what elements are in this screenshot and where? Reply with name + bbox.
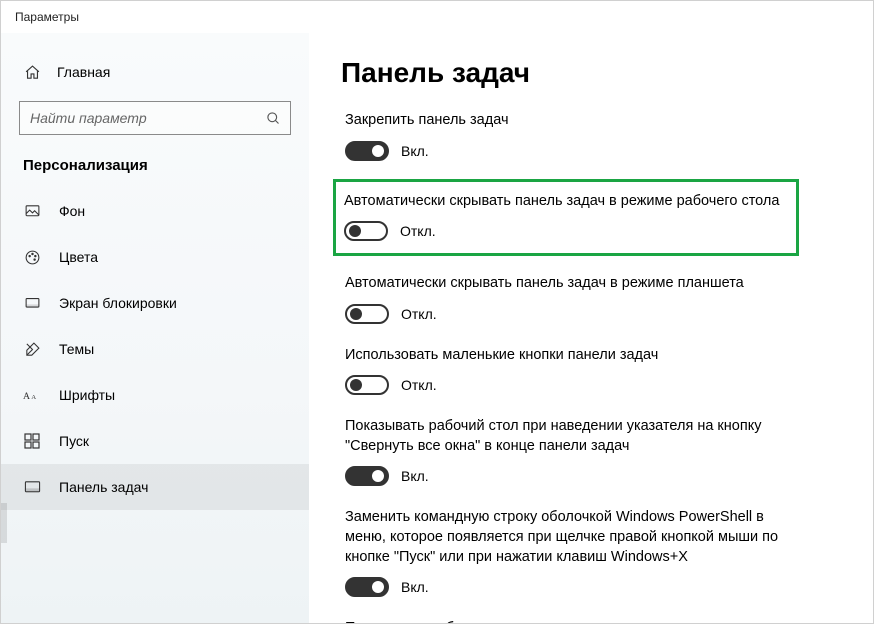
svg-text:A: A: [31, 394, 36, 401]
taskbar-icon: [23, 478, 41, 496]
section-title: Персонализация: [1, 153, 309, 188]
sidebar-item-start[interactable]: Пуск: [1, 418, 309, 464]
toggle-row: Откл.: [344, 221, 788, 241]
sidebar-item-label: Панель задач: [59, 479, 148, 495]
sidebar-item-label: Фон: [59, 203, 85, 219]
sidebar-item-label: Экран блокировки: [59, 295, 177, 311]
toggle-state-label: Вкл.: [401, 143, 429, 159]
toggle-knob: [350, 379, 362, 391]
toggle-state-label: Откл.: [401, 306, 437, 322]
themes-icon: [23, 340, 41, 358]
sidebar-item-taskbar[interactable]: Панель задач: [1, 464, 309, 510]
page-title: Панель задач: [341, 57, 863, 89]
home-label: Главная: [57, 64, 110, 80]
settings-list: Закрепить панель задач Вкл. Автоматически …: [341, 111, 863, 623]
titlebar: Параметры: [1, 1, 873, 33]
sidebar-item-fonts[interactable]: AA Шрифты: [1, 372, 309, 418]
search-input[interactable]: [19, 101, 291, 135]
toggle-knob: [372, 581, 384, 593]
search-wrap: [19, 101, 291, 135]
setting-autohide_desktop: Автоматически скрывать панель задач в ре…: [344, 192, 788, 242]
sidebar-item-colors[interactable]: Цвета: [1, 234, 309, 280]
setting-badges: Показывать эмблемы на кнопках панели зад…: [341, 619, 811, 623]
setting-label: Использовать маленькие кнопки панели зад…: [345, 346, 807, 366]
home-icon: [23, 63, 41, 81]
lockscreen-icon: [23, 294, 41, 312]
sidebar-item-lockscreen[interactable]: Экран блокировки: [1, 280, 309, 326]
toggle-row: Вкл.: [345, 466, 807, 486]
setting-label: Показывать рабочий стол при наведении ук…: [345, 417, 807, 456]
start-icon: [23, 432, 41, 450]
setting-powershell: Заменить командную строку оболочкой Wind…: [341, 508, 811, 597]
main-panel: Панель задач Закрепить панель задач Вкл. А…: [309, 33, 873, 623]
toggle-powershell[interactable]: [345, 577, 389, 597]
toggle-row: Откл.: [345, 375, 807, 395]
sidebar: Главная Персонализация Фон: [1, 33, 309, 623]
toggle-row: Вкл.: [345, 577, 807, 597]
sidebar-item-label: Темы: [59, 341, 94, 357]
toggle-autohide_tablet[interactable]: [345, 304, 389, 324]
home-nav[interactable]: Главная: [1, 57, 309, 87]
toggle-small_buttons[interactable]: [345, 375, 389, 395]
setting-peek_desktop: Показывать рабочий стол при наведении ук…: [341, 417, 811, 486]
picture-icon: [23, 202, 41, 220]
sidebar-item-background[interactable]: Фон: [1, 188, 309, 234]
fonts-icon: AA: [23, 386, 41, 404]
setting-label: Закрепить панель задач: [345, 111, 807, 131]
highlight-annotation: Автоматически скрывать панель задач в ре…: [333, 179, 799, 257]
window-title: Параметры: [15, 10, 79, 24]
sidebar-item-label: Пуск: [59, 433, 89, 449]
setting-label: Показывать эмблемы на кнопках панели зад…: [345, 619, 807, 623]
toggle-peek_desktop[interactable]: [345, 466, 389, 486]
setting-label: Автоматически скрывать панель задач в ре…: [344, 192, 788, 212]
toggle-lock_taskbar[interactable]: [345, 141, 389, 161]
toggle-row: Откл.: [345, 304, 807, 324]
sidebar-item-label: Цвета: [59, 249, 98, 265]
setting-label: Заменить командную строку оболочкой Wind…: [345, 508, 807, 567]
toggle-knob: [372, 145, 384, 157]
svg-text:A: A: [23, 391, 30, 402]
toggle-state-label: Откл.: [400, 223, 436, 239]
toggle-knob: [349, 225, 361, 237]
toggle-knob: [372, 470, 384, 482]
search-icon[interactable]: [265, 110, 281, 126]
toggle-knob: [350, 308, 362, 320]
sidebar-item-themes[interactable]: Темы: [1, 326, 309, 372]
toggle-row: Вкл.: [345, 141, 807, 161]
setting-small_buttons: Использовать маленькие кнопки панели зад…: [341, 346, 811, 396]
toggle-state-label: Откл.: [401, 377, 437, 393]
setting-label: Автоматически скрывать панель задач в ре…: [345, 274, 807, 294]
toggle-state-label: Вкл.: [401, 468, 429, 484]
sidebar-nav: Фон Цвета Экран блокировки: [1, 188, 309, 510]
setting-lock_taskbar: Закрепить панель задач Вкл.: [341, 111, 811, 161]
window-body: Главная Персонализация Фон: [1, 33, 873, 623]
sidebar-item-label: Шрифты: [59, 387, 115, 403]
settings-window: Параметры Главная Персонализация: [0, 0, 874, 624]
toggle-autohide_desktop[interactable]: [344, 221, 388, 241]
toggle-state-label: Вкл.: [401, 579, 429, 595]
setting-autohide_tablet: Автоматически скрывать панель задач в ре…: [341, 274, 811, 324]
palette-icon: [23, 248, 41, 266]
